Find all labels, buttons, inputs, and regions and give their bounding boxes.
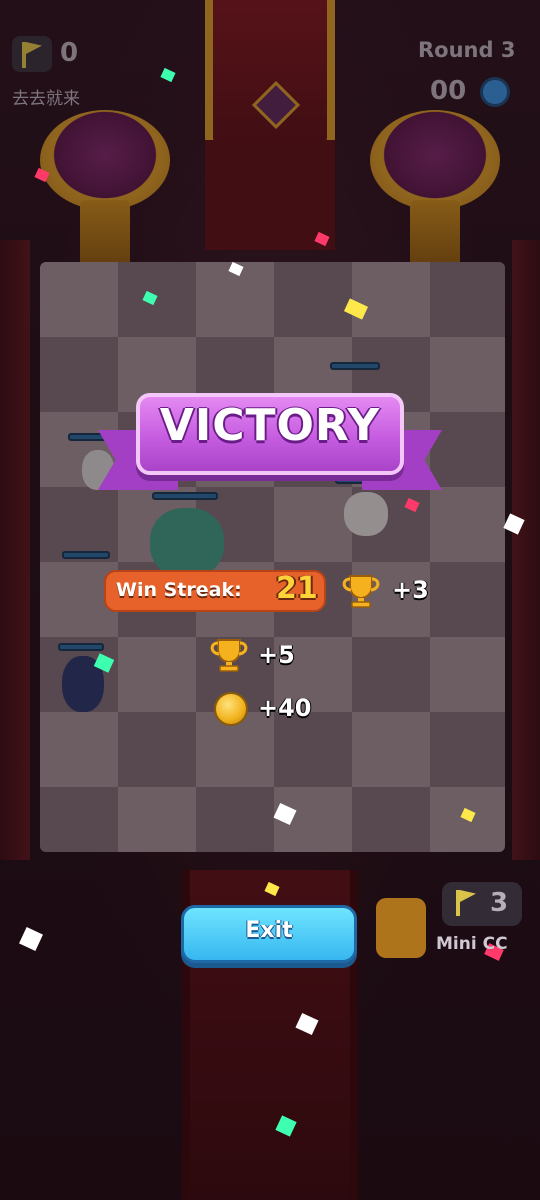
flag-icon [456, 890, 460, 916]
coin-icon [214, 692, 248, 726]
coin-reward: +40 [258, 694, 312, 722]
opponent-name: Mini CC [436, 934, 508, 954]
opponent-trophy-badge [442, 882, 522, 926]
win-streak-value: 21 [276, 571, 318, 606]
trophy-reward: +5 [258, 641, 295, 669]
exit-button-label: Exit [245, 918, 293, 943]
trophy-icon [210, 639, 248, 672]
victory-title: VICTORY [159, 400, 381, 451]
win-streak-label: Win Streak: [116, 579, 242, 601]
opponent-avatar [376, 898, 426, 958]
opponent-trophy-count: 3 [490, 888, 509, 918]
trophy-icon [342, 575, 380, 608]
win-streak-trophy-reward: +3 [392, 576, 429, 604]
